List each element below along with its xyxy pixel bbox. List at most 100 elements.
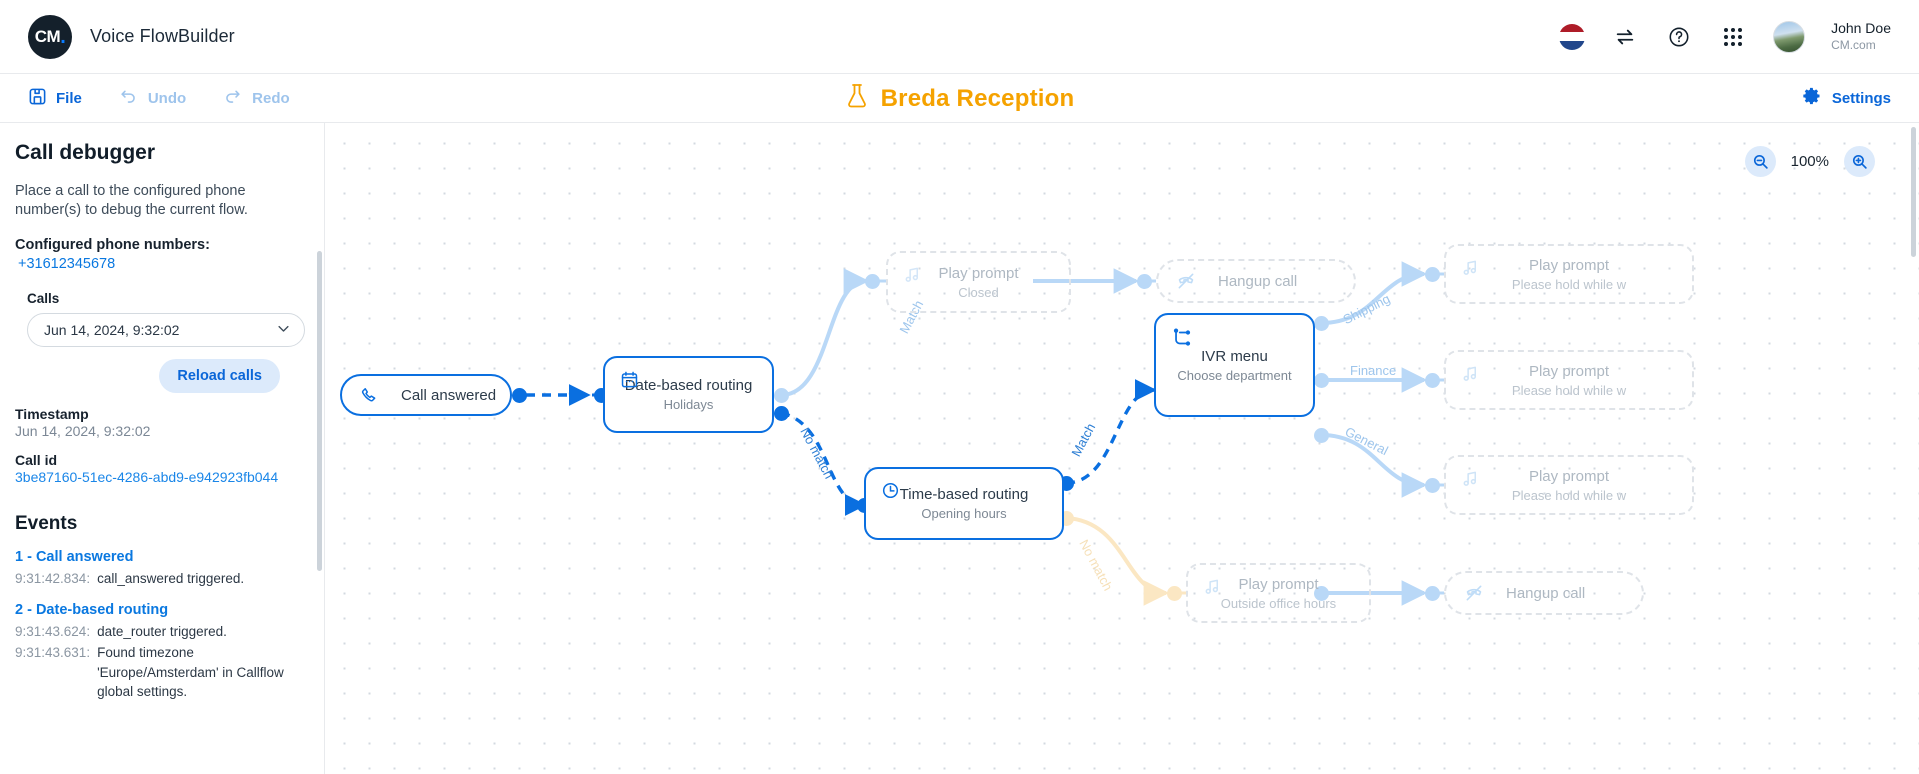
canvas-scrollbar[interactable] bbox=[1911, 127, 1916, 257]
port-prompt-general-in[interactable] bbox=[1425, 478, 1440, 493]
music-note-icon bbox=[903, 265, 922, 289]
event-line: 9:31:43.631: Found timezone 'Europe/Amst… bbox=[15, 643, 300, 700]
settings-button[interactable]: Settings bbox=[1802, 86, 1891, 111]
music-note-icon bbox=[1461, 364, 1480, 388]
zoom-in-icon[interactable] bbox=[1844, 146, 1875, 177]
event-time: 9:31:43.624: bbox=[15, 624, 91, 640]
configured-numbers-label: Configured phone numbers: bbox=[15, 237, 210, 254]
events-heading: Events bbox=[15, 513, 78, 535]
undo-label: Undo bbox=[147, 89, 187, 107]
port-ivr-finance[interactable] bbox=[1314, 373, 1329, 388]
reload-calls-button[interactable]: Reload calls bbox=[159, 359, 280, 394]
event-title[interactable]: 2 - Date-based routing bbox=[15, 602, 300, 618]
phone-icon bbox=[360, 386, 379, 405]
port-date-routing-nomatch[interactable] bbox=[774, 406, 789, 421]
node-play-prompt-outside[interactable]: Play prompt Outside office hours bbox=[1186, 563, 1371, 623]
switch-arrows-icon[interactable] bbox=[1611, 23, 1639, 51]
node-subtitle: Closed bbox=[958, 284, 999, 300]
event-group: 1 - Call answered 9:31:42.834: call_answ… bbox=[15, 549, 300, 588]
avatar[interactable] bbox=[1773, 20, 1806, 53]
cm-logo[interactable]: CM. bbox=[28, 14, 72, 59]
node-time-based-routing[interactable]: Time-based routing Opening hours bbox=[864, 467, 1064, 540]
node-date-based-routing[interactable]: Date-based routing Holidays bbox=[603, 356, 774, 433]
node-hangup-call-top-body: Hangup call bbox=[1196, 273, 1354, 290]
phone-number-link[interactable]: +31612345678 bbox=[15, 256, 300, 272]
music-note-icon bbox=[1461, 258, 1480, 282]
hangup-icon bbox=[1464, 583, 1484, 603]
node-title: Play prompt bbox=[1528, 467, 1610, 485]
brand: CM. Voice FlowBuilder bbox=[28, 14, 235, 59]
node-call-answered-body: Call answered bbox=[379, 387, 510, 404]
chevron-down-icon bbox=[276, 321, 291, 339]
node-hangup-call-bottom[interactable]: Hangup call bbox=[1444, 571, 1644, 615]
calls-select[interactable]: Jun 14, 2024, 9:32:02 bbox=[27, 313, 305, 348]
callid-value[interactable]: 3be87160-51ec-4286-abd9-e942923fb044 bbox=[15, 469, 300, 485]
port-ivr-shipping[interactable] bbox=[1314, 316, 1329, 331]
node-hangup-call-top[interactable]: Hangup call bbox=[1156, 259, 1356, 303]
event-message: call_answered triggered. bbox=[97, 571, 245, 587]
flow-canvas[interactable]: 100% Match No match Match No match Shipp… bbox=[326, 123, 1919, 774]
node-play-prompt-closed[interactable]: Play prompt Closed bbox=[886, 251, 1071, 313]
reload-calls-wrap: Reload calls bbox=[15, 359, 280, 394]
panel-description: Place a call to the configured phone num… bbox=[15, 183, 248, 218]
node-title: Play prompt bbox=[1528, 362, 1610, 380]
port-ivr-general[interactable] bbox=[1314, 428, 1329, 443]
node-title: Call answered bbox=[401, 386, 497, 404]
undo-arrow-icon bbox=[118, 87, 139, 110]
file-menu-button[interactable]: File bbox=[28, 87, 82, 110]
netherlands-flag-icon[interactable] bbox=[1559, 23, 1586, 50]
settings-label: Settings bbox=[1831, 89, 1891, 107]
user-meta[interactable]: John Doe CM.com bbox=[1831, 20, 1891, 53]
timestamp-block: Timestamp Jun 14, 2024, 9:32:02 bbox=[15, 406, 300, 439]
clock-icon bbox=[881, 481, 900, 505]
node-subtitle: Choose department bbox=[1177, 367, 1292, 383]
node-play-prompt-shipping-body: Play prompt Please hold while w bbox=[1446, 257, 1692, 292]
top-bar-right: John Doe CM.com bbox=[1559, 20, 1891, 53]
node-ivr-menu[interactable]: IVR menu Choose department bbox=[1154, 313, 1315, 417]
event-title[interactable]: 1 - Call answered bbox=[15, 549, 300, 565]
port-date-routing-match[interactable] bbox=[774, 388, 789, 403]
calls-select-value: Jun 14, 2024, 9:32:02 bbox=[44, 322, 180, 339]
edge-label-finance: Finance bbox=[1350, 363, 1397, 378]
port-prompt-finance-in[interactable] bbox=[1425, 373, 1440, 388]
node-subtitle: Outside office hours bbox=[1220, 595, 1337, 611]
node-call-answered[interactable]: Call answered bbox=[340, 374, 512, 416]
callid-label: Call id bbox=[15, 452, 58, 469]
top-bar: CM. Voice FlowBuilder John Doe CM.com bbox=[0, 0, 1919, 74]
flask-icon bbox=[845, 82, 869, 115]
undo-button[interactable]: Undo bbox=[118, 87, 186, 110]
node-play-prompt-shipping[interactable]: Play prompt Please hold while w bbox=[1444, 244, 1694, 304]
logo-text: CM bbox=[34, 26, 61, 46]
ivr-branch-icon bbox=[1171, 327, 1193, 354]
node-play-prompt-finance[interactable]: Play prompt Please hold while w bbox=[1444, 350, 1694, 410]
port-prompt-outside-in[interactable] bbox=[1167, 586, 1182, 601]
port-prompt-closed-in[interactable] bbox=[865, 274, 880, 289]
zoom-out-icon[interactable] bbox=[1744, 146, 1776, 177]
flow-edges bbox=[526, 261, 1444, 606]
node-hangup-call-bottom-body: Hangup call bbox=[1484, 585, 1642, 602]
node-title: Hangup call bbox=[1218, 272, 1298, 290]
node-title: Play prompt bbox=[1238, 575, 1319, 593]
file-label: File bbox=[56, 89, 82, 107]
sidebar-scrollbar[interactable] bbox=[317, 251, 322, 571]
event-group: 2 - Date-based routing 9:31:43.624: date… bbox=[15, 602, 300, 701]
event-message: Found timezone 'Europe/Amsterdam' in Cal… bbox=[97, 645, 284, 699]
action-bar: File Undo Redo Breda Reception Settings bbox=[0, 74, 1919, 123]
node-title: Time-based routing bbox=[899, 486, 1029, 503]
node-title: Play prompt bbox=[938, 264, 1019, 282]
apps-grid-icon[interactable] bbox=[1719, 23, 1747, 51]
port-call-answered-out[interactable] bbox=[512, 388, 527, 403]
node-play-prompt-finance-body: Play prompt Please hold while w bbox=[1446, 363, 1692, 398]
port-prompt-shipping-in[interactable] bbox=[1425, 267, 1440, 282]
redo-button[interactable]: Redo bbox=[222, 87, 290, 110]
node-subtitle: Please hold while w bbox=[1511, 276, 1627, 292]
port-hangup-bottom-in[interactable] bbox=[1425, 586, 1440, 601]
port-prompt-closed-out[interactable] bbox=[1137, 274, 1152, 289]
node-title: Hangup call bbox=[1506, 584, 1586, 602]
event-line: 9:31:42.834: call_answered triggered. bbox=[15, 569, 300, 588]
timestamp-label: Timestamp bbox=[15, 406, 89, 423]
node-play-prompt-general[interactable]: Play prompt Please hold while w bbox=[1444, 455, 1694, 515]
help-circle-icon[interactable] bbox=[1665, 23, 1693, 51]
redo-arrow-icon bbox=[222, 87, 243, 110]
node-title: Play prompt bbox=[1528, 256, 1610, 274]
